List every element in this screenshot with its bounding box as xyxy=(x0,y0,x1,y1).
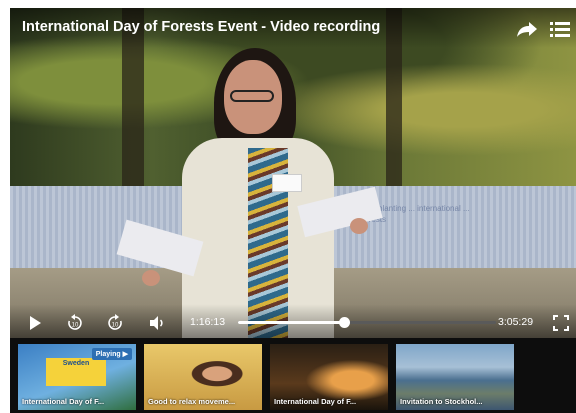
sweden-promo: Sweden xyxy=(46,358,106,386)
title-bar: International Day of Forests Event - Vid… xyxy=(10,8,576,48)
video-player[interactable]: tree planting ... international ... fore… xyxy=(10,8,576,413)
name-badge xyxy=(272,174,302,192)
speaker-hand xyxy=(350,218,368,234)
playing-badge: Playing ▶ xyxy=(91,348,132,360)
thumbnail-caption: International Day of F... xyxy=(274,397,357,406)
svg-text:10: 10 xyxy=(112,323,119,329)
rewind-10-icon[interactable]: 10 xyxy=(66,314,84,332)
playlist-strip: Sweden Playing ▶ International Day of F.… xyxy=(10,338,576,413)
progress-fill xyxy=(238,321,344,324)
video-title[interactable]: International Day of Forests Event - Vid… xyxy=(22,19,380,35)
forward-10-icon[interactable]: 10 xyxy=(106,314,124,332)
fullscreen-icon[interactable] xyxy=(552,314,570,332)
play-icon[interactable] xyxy=(26,314,44,332)
playlist-menu-icon[interactable] xyxy=(550,20,570,38)
playlist-thumbnail[interactable]: Good to relax moveme... xyxy=(144,344,262,410)
progress-knob[interactable] xyxy=(338,317,350,328)
speaker-hand xyxy=(142,270,160,286)
playlist-thumbnail[interactable]: International Day of F... xyxy=(270,344,388,410)
playlist-thumbnail[interactable]: Sweden Playing ▶ International Day of F.… xyxy=(18,344,136,410)
progress-bar[interactable] xyxy=(238,317,496,328)
volume-icon[interactable] xyxy=(148,314,166,332)
svg-text:10: 10 xyxy=(72,323,79,329)
thumbnail-caption: International Day of F... xyxy=(22,397,105,406)
playlist-thumbnail[interactable]: Invitation to Stockhol... xyxy=(396,344,514,410)
video-frame[interactable]: tree planting ... international ... fore… xyxy=(10,8,576,338)
share-icon[interactable] xyxy=(516,20,538,38)
duration: 3:05:29 xyxy=(498,316,534,328)
current-time: 1:16:13 xyxy=(190,316,226,328)
thumbnail-caption: Good to relax moveme... xyxy=(148,397,236,406)
thumbnail-caption: Invitation to Stockhol... xyxy=(400,397,483,406)
speaker-glasses xyxy=(230,90,274,102)
